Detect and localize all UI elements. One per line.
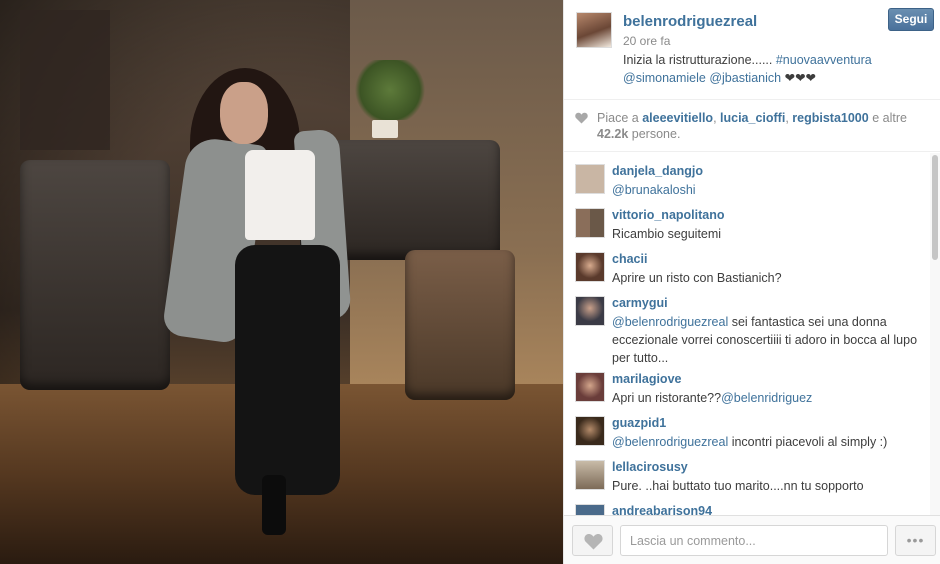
like-button[interactable] <box>572 525 613 556</box>
commenter-avatar[interactable] <box>575 296 605 326</box>
commenter-username[interactable]: andreabarison94 <box>612 504 712 515</box>
post-timestamp: 20 ore fa <box>623 34 671 48</box>
comment-mention[interactable]: @brunakaloshi <box>612 183 696 197</box>
comment-input[interactable] <box>620 525 888 556</box>
commenter-username[interactable]: chacii <box>612 252 647 266</box>
photo-plant <box>350 60 430 120</box>
commenter-username[interactable]: danjela_dangjo <box>612 164 703 178</box>
comment-body: incontri piacevoli al simply :) <box>728 435 888 449</box>
post-photo-pane <box>0 0 563 564</box>
more-options-button[interactable]: ••• <box>895 525 936 556</box>
commenter-avatar[interactable] <box>575 208 605 238</box>
commenter-username[interactable]: lellacirosusy <box>612 460 688 474</box>
commenter-avatar[interactable] <box>575 252 605 282</box>
likes-count[interactable]: 42.2k <box>597 127 628 141</box>
heart-icon <box>584 533 603 550</box>
comment-mention[interactable]: @belenrodriguezreal <box>612 315 728 329</box>
photo-person-face <box>220 82 268 144</box>
caption-mention[interactable]: @simonamiele <box>623 71 706 85</box>
commenter-username[interactable]: marilagiove <box>612 372 681 386</box>
photo-shelf <box>20 10 110 150</box>
commenter-username[interactable]: vittorio_napolitano <box>612 208 725 222</box>
likes-summary: Piace a aleeevitiello, lucia_cioffi, reg… <box>564 100 940 152</box>
more-dots-icon: ••• <box>906 532 925 548</box>
caption-hashtag[interactable]: #nuovaavventura <box>776 53 872 67</box>
photo-side-table <box>405 250 515 400</box>
commenter-avatar[interactable] <box>575 372 605 402</box>
commenter-avatar[interactable] <box>575 416 605 446</box>
post-header: belenrodriguezreal 20 ore fa Inizia la r… <box>564 0 940 100</box>
photo-person-top <box>245 150 315 240</box>
comment-item: carmygui @belenrodriguezreal sei fantast… <box>564 285 940 365</box>
author-avatar[interactable] <box>576 12 612 48</box>
photo-plant-pot <box>372 120 398 138</box>
comment-mention[interactable]: @belenrodriguezreal <box>612 435 728 449</box>
commenter-avatar[interactable] <box>575 504 605 515</box>
caption-mention[interactable]: @jbastianich <box>709 71 781 85</box>
comments-scrollbar-thumb[interactable] <box>932 155 938 260</box>
comment-mention[interactable]: @belenridriguez <box>721 391 812 405</box>
follow-button[interactable]: Segui <box>888 8 934 31</box>
heart-icon <box>575 112 588 124</box>
comment-item: marilagiove Apri un ristorante??@belenri… <box>564 361 940 405</box>
commenter-avatar[interactable] <box>575 460 605 490</box>
commenter-username[interactable]: guazpid1 <box>612 416 666 430</box>
caption-text: Inizia la ristrutturazione...... <box>623 53 776 67</box>
comment-item: guazpid1 @belenrodriguezreal incontri pi… <box>564 405 940 449</box>
liker-username[interactable]: aleeevitiello <box>642 111 713 125</box>
comment-body: Apri un ristorante?? <box>612 391 722 405</box>
photo-person-boot <box>262 475 286 535</box>
comment-item: vittorio_napolitano Ricambio seguitemi <box>564 197 940 241</box>
post-caption: Inizia la ristrutturazione...... #nuovaa… <box>623 51 923 87</box>
likes-suffix: e altre <box>872 111 907 125</box>
comment-text: @belenrodriguezreal sei fantastica sei u… <box>612 313 922 367</box>
commenter-username[interactable]: carmygui <box>612 296 668 310</box>
post-side-pane: belenrodriguezreal 20 ore fa Inizia la r… <box>563 0 940 564</box>
comment-item: andreabarison94 <box>564 493 940 515</box>
author-username[interactable]: belenrodriguezreal <box>623 13 757 30</box>
liker-username[interactable]: lucia_cioffi <box>720 111 785 125</box>
post-photo[interactable] <box>0 0 563 564</box>
commenter-avatar[interactable] <box>575 164 605 194</box>
photo-sofa-left <box>20 160 170 390</box>
photo-person-legs <box>235 245 340 495</box>
comment-item: danjela_dangjo @brunakaloshi <box>564 153 940 197</box>
comment-item: chacii Aprire un risto con Bastianich? <box>564 241 940 285</box>
likes-count-suffix: persone. <box>631 127 681 141</box>
likes-prefix: Piace a <box>597 111 639 125</box>
comment-item: lellacirosusy Pure. ..hai buttato tuo ma… <box>564 449 940 493</box>
comments-list[interactable]: danjela_dangjo @brunakaloshi vittorio_na… <box>564 153 940 515</box>
caption-hearts: ❤❤❤ <box>784 71 817 85</box>
liker-username[interactable]: regbista1000 <box>792 111 868 125</box>
comment-footer: ••• <box>564 515 940 564</box>
